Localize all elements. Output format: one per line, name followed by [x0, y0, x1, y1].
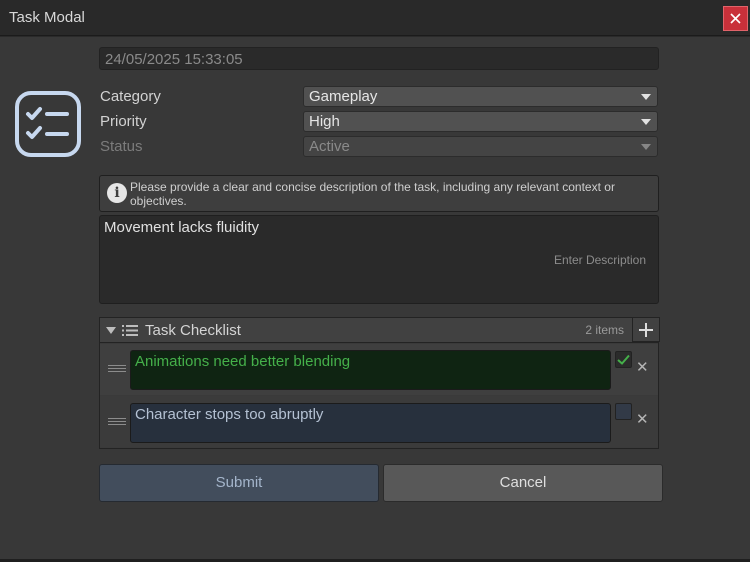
chevron-down-icon [641, 119, 651, 125]
task-checklist: Task Checklist 2 items Animations need b… [99, 317, 659, 449]
help-text: Please provide a clear and concise descr… [130, 180, 615, 208]
status-value: Active [309, 138, 350, 155]
category-dropdown[interactable]: Gameplay [303, 86, 658, 107]
triangle-down-icon[interactable] [106, 327, 116, 334]
description-textarea[interactable]: Movement lacks fluidity Enter Descriptio… [99, 215, 659, 304]
checklist-item-text[interactable]: Character stops too abruptly [130, 403, 611, 443]
priority-label: Priority [100, 113, 147, 130]
add-item-button[interactable] [632, 317, 660, 342]
drag-handle-icon[interactable] [108, 365, 126, 375]
plus-icon [639, 322, 653, 337]
status-label: Status [100, 138, 143, 155]
remove-item-button[interactable]: ✕ [636, 410, 649, 428]
chevron-down-icon [641, 94, 651, 100]
drag-handle-icon[interactable] [108, 418, 126, 428]
checklist-icon [15, 91, 81, 157]
description-value: Movement lacks fluidity [104, 219, 260, 236]
category-value: Gameplay [309, 88, 378, 105]
list-icon [122, 325, 138, 336]
list-item: Character stops too abruptly ✕ [100, 396, 658, 447]
checklist-item-checkbox[interactable] [615, 403, 632, 420]
title-bar: Task Modal [0, 0, 750, 36]
checklist-count: 2 items [585, 323, 624, 337]
submit-button[interactable]: Submit [99, 464, 379, 502]
window-title: Task Modal [9, 9, 85, 26]
checklist-header[interactable]: Task Checklist 2 items [100, 318, 658, 343]
chevron-down-icon [641, 144, 651, 150]
checkmark-icon [617, 354, 630, 365]
close-icon [730, 13, 741, 24]
remove-item-button[interactable]: ✕ [636, 358, 649, 376]
description-placeholder: Enter Description [553, 253, 646, 267]
checklist-item-text[interactable]: Animations need better blending [130, 350, 611, 390]
status-dropdown: Active [303, 136, 658, 157]
info-icon: i [107, 183, 127, 203]
checklist-item-checkbox[interactable] [615, 351, 632, 368]
help-box: i Please provide a clear and concise des… [99, 175, 659, 212]
cancel-button[interactable]: Cancel [383, 464, 663, 502]
list-item: Animations need better blending ✕ [100, 344, 658, 395]
category-label: Category [100, 88, 161, 105]
date-field[interactable]: 24/05/2025 15:33:05 [99, 47, 659, 70]
close-button[interactable] [723, 6, 748, 31]
priority-dropdown[interactable]: High [303, 111, 658, 132]
checklist-title: Task Checklist [145, 322, 241, 339]
priority-value: High [309, 113, 340, 130]
